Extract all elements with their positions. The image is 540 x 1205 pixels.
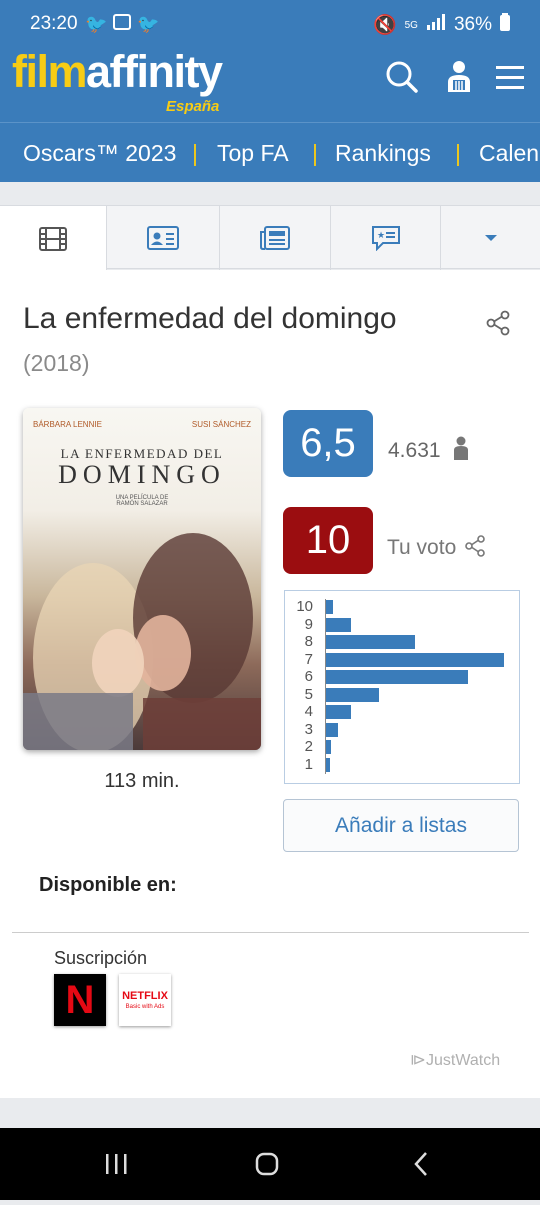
movie-duration: 113 min.	[104, 770, 180, 792]
divider	[12, 932, 529, 933]
notification-icons: 🐦 🐦	[85, 14, 160, 35]
add-to-lists-button[interactable]: Añadir a listas	[283, 799, 519, 852]
logo-region: España	[166, 98, 220, 115]
status-right: 🔇 5G 36%	[373, 13, 510, 37]
histogram-label: 3	[304, 720, 313, 738]
network-type: 5G	[404, 19, 418, 31]
justwatch-icon: ⧐	[410, 1052, 426, 1069]
netflix-basic-ads-logo[interactable]: NETFLIX Basic with Ads	[119, 974, 171, 1026]
mute-icon: 🔇	[372, 15, 397, 36]
nav-item-calendar[interactable]: Calen	[479, 140, 539, 167]
availability-heading: Disponible en:	[39, 874, 177, 896]
histogram-bar	[326, 722, 339, 737]
tab-cast[interactable]	[107, 206, 220, 270]
logo-accent: affinity	[86, 46, 223, 97]
histogram-bar	[326, 705, 351, 719]
movie-year: (2018)	[23, 350, 90, 376]
nav-item-oscars[interactable]: Oscars™ 2023	[23, 140, 176, 167]
histogram-label: 2	[304, 738, 313, 755]
histogram-label: 8	[304, 633, 313, 650]
vote-count-value: 4.631	[388, 439, 441, 462]
histogram-bar	[326, 757, 330, 772]
netflix-plan: Basic with Ads	[125, 1004, 165, 1010]
nav-item-top-fa[interactable]: Top FA	[217, 140, 289, 167]
back-icon[interactable]	[414, 1152, 427, 1176]
movie-poster[interactable]: BÁRBARA LENNIE SUSI SÁNCHEZ LA ENFERMEDA…	[23, 408, 261, 750]
histogram-label: 5	[304, 685, 313, 703]
recent-apps-icon[interactable]	[106, 1154, 127, 1174]
film-icon	[39, 226, 67, 251]
my-vote-label[interactable]: Tu voto	[387, 535, 487, 560]
nav-item-rankings[interactable]: Rankings	[335, 140, 431, 167]
histogram-bar	[326, 652, 504, 667]
person-icon	[454, 436, 469, 460]
dropdown-icon	[484, 235, 497, 241]
poster-director-credit: UNA PELÍCULA DE RAMÓN SALAZAR	[115, 495, 169, 507]
user-icon[interactable]	[441, 58, 477, 98]
histogram-label: 10	[296, 598, 313, 615]
histogram-bar	[326, 617, 351, 632]
vote-count[interactable]: 4.631	[388, 436, 470, 463]
svg-text:★: ★	[377, 231, 385, 241]
histogram-label: 7	[304, 650, 313, 668]
app-header: filmaffinity España	[0, 40, 540, 122]
tab-more[interactable]	[441, 206, 540, 270]
my-vote-text: Tu voto	[387, 536, 457, 559]
section-nav: Oscars™ 2023 | Top FA | Rankings | Calen	[0, 122, 540, 182]
status-time: 23:20	[30, 13, 78, 34]
histogram-label: 6	[304, 668, 313, 685]
news-icon	[260, 226, 290, 250]
filmaffinity-logo[interactable]: filmaffinity	[12, 46, 223, 98]
tab-news[interactable]	[220, 206, 331, 270]
home-icon[interactable]	[255, 1152, 279, 1176]
histogram-label: 9	[304, 615, 313, 633]
id-card-icon	[147, 226, 179, 250]
justwatch-text: JustWatch	[426, 1052, 501, 1069]
justwatch-attribution[interactable]: ⧐JustWatch	[410, 1050, 500, 1070]
nav-separator: |	[312, 140, 318, 166]
signal-icon	[426, 14, 446, 36]
menu-icon[interactable]	[494, 58, 530, 98]
movie-tabs: ★	[0, 205, 540, 271]
reviews-icon: ★	[371, 226, 400, 251]
battery-level: 36%	[453, 14, 492, 35]
tab-reviews[interactable]: ★	[331, 206, 441, 270]
average-rating: 6,5	[283, 410, 373, 477]
share-vote-icon	[465, 535, 485, 557]
netflix-wordmark: NETFLIX	[122, 990, 168, 1002]
twitter-icon: 🐦	[85, 14, 108, 34]
system-nav-bar	[0, 1128, 540, 1200]
gallery-icon	[113, 14, 132, 30]
histogram-label: 1	[304, 755, 313, 773]
rating-histogram: 10 9 8 7 6 5 4 3 2 1	[284, 590, 520, 784]
logo-main: film	[12, 46, 88, 97]
poster-title-line2: DOMINGO	[58, 460, 226, 489]
my-vote-badge[interactable]: 10	[283, 507, 373, 574]
subscription-label: Suscripción	[54, 948, 148, 968]
histogram-label: 4	[304, 703, 313, 720]
histogram-bar	[326, 670, 469, 684]
nav-separator: |	[455, 140, 461, 166]
poster-actor-left: BÁRBARA LENNIE	[33, 420, 102, 429]
tab-film[interactable]	[0, 206, 107, 271]
histogram-bar	[326, 635, 415, 649]
netflix-logo[interactable]: N	[54, 974, 106, 1026]
histogram-bar	[326, 687, 380, 702]
movie-title: La enfermedad del domingo	[23, 302, 397, 335]
twitter-icon: 🐦	[137, 14, 160, 34]
battery-icon	[500, 13, 510, 37]
poster-actor-right: SUSI SÁNCHEZ	[191, 420, 251, 429]
movie-card: La enfermedad del domingo (2018) BÁRBARA…	[0, 270, 540, 1098]
nav-separator: |	[192, 140, 198, 166]
histogram-bar	[326, 740, 332, 754]
search-icon[interactable]	[384, 58, 420, 98]
share-icon[interactable]	[486, 310, 512, 341]
histogram-bar	[326, 600, 334, 614]
